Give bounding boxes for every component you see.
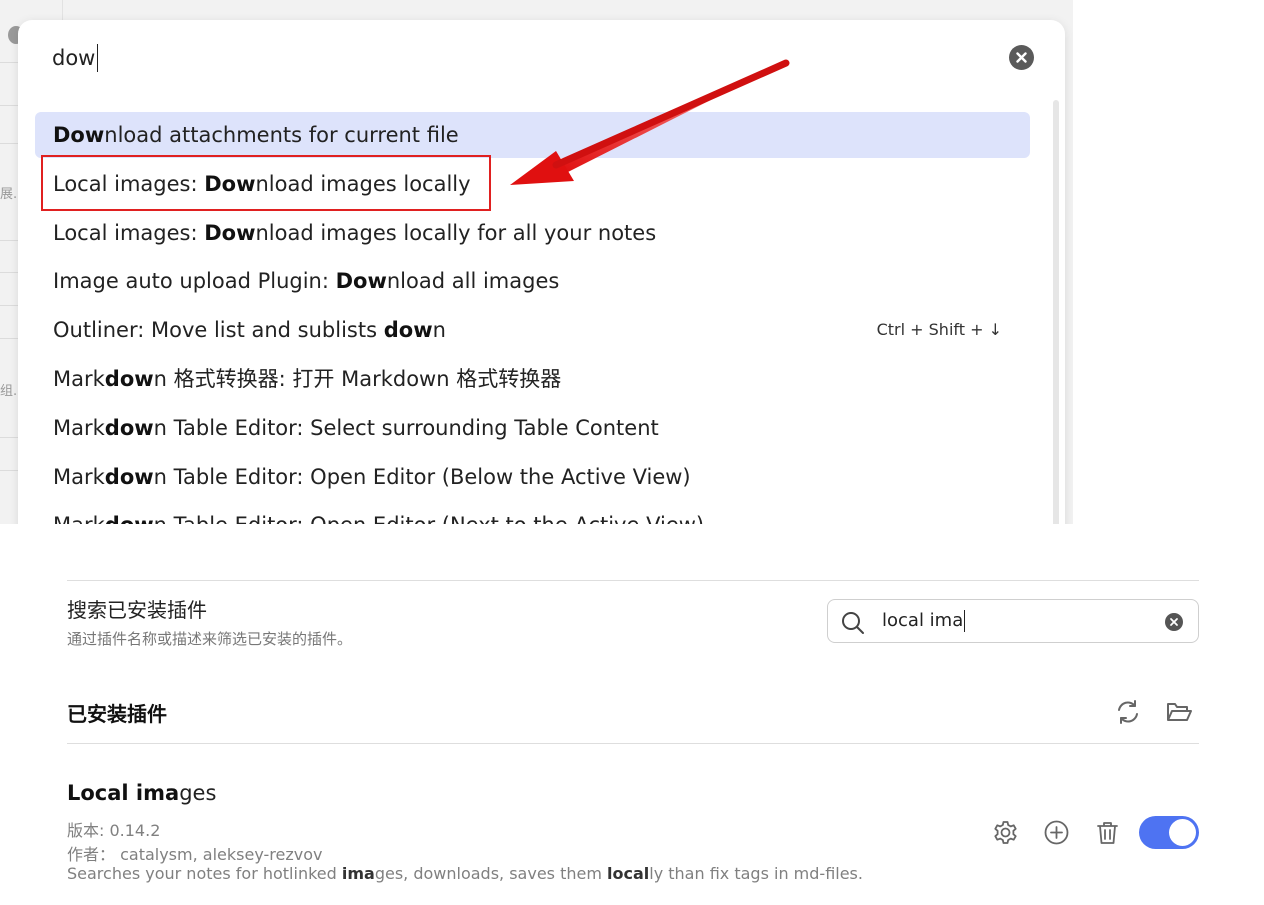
suggestion-match: dow (104, 415, 154, 440)
suggestion-match: dow (104, 464, 154, 489)
suggestion-text: Local images: (53, 220, 205, 245)
plugin-version: 版本: 0.14.2 (67, 821, 161, 840)
suggestion-text: Mark (53, 464, 105, 489)
description-text: ly than fix tags in md-files. (649, 864, 863, 883)
plugin-name: Local images (67, 781, 216, 805)
section-heading: 已安装插件 (67, 702, 167, 726)
annotation-highlight-box (41, 155, 491, 211)
gear-icon[interactable] (992, 819, 1019, 846)
background-text-fragment: 展. (0, 187, 18, 202)
description-text: Searches your notes for hotlinked (67, 864, 342, 883)
suggestion-match: Dow (204, 220, 256, 245)
reload-icon[interactable] (1114, 698, 1142, 726)
suggestion-text: nload attachments for current file (104, 123, 459, 147)
suggestion-item[interactable]: Markdown Table Editor: Open Editor (Belo… (35, 454, 1030, 500)
suggestion-text: nload all images (386, 269, 560, 294)
plugin-name-rest: ges (179, 781, 217, 805)
suggestion-item[interactable]: Markdown Table Editor: Open Editor (Next… (35, 502, 1030, 524)
suggestion-match: Dow (53, 123, 105, 147)
search-icon (842, 612, 864, 634)
trash-icon[interactable] (1094, 819, 1121, 846)
suggestion-item[interactable]: Image auto upload Plugin: Download all i… (35, 258, 1030, 304)
suggestion-text: Mark (53, 415, 105, 440)
suggestion-item[interactable]: Local images: Download images locally fo… (35, 210, 1030, 256)
suggestion-text: n 格式转换器: 打开 Markdown 格式转换器 (153, 367, 562, 391)
suggestion-text: n Table Editor: Open Editor (Below the A… (153, 464, 691, 489)
divider (67, 580, 1199, 581)
plugin-description: Searches your notes for hotlinked images… (67, 864, 863, 883)
setting-description: 通过插件名称或描述来筛选已安装的插件。 (67, 630, 353, 648)
plugin-search-input[interactable]: local ima (882, 610, 966, 632)
divider (67, 743, 1199, 744)
suggestion-text: Mark (53, 513, 105, 524)
suggestion-text: Image auto upload Plugin: (53, 269, 336, 294)
suggestion-match: dow (383, 318, 433, 343)
command-search-input[interactable]: dow (52, 44, 99, 72)
suggestion-text: n Table Editor: Select surrounding Table… (153, 415, 659, 440)
suggestion-text: Mark (53, 367, 105, 391)
plugin-enable-toggle[interactable] (1139, 816, 1199, 849)
suggestion-item[interactable]: Markdown Table Editor: Select surroundin… (35, 405, 1030, 451)
toggle-knob (1169, 819, 1196, 846)
background-text-fragment: 组. (0, 384, 18, 399)
clear-search-icon[interactable] (1165, 613, 1183, 631)
add-hotkey-icon[interactable] (1043, 819, 1070, 846)
command-palette-screenshot: 展. 组. dow Download attachments for curre… (0, 0, 1073, 524)
suggestion-match: Dow (335, 269, 387, 294)
plugin-author: 作者： catalysm, aleksey-rezvov (67, 845, 323, 864)
scrollbar[interactable] (1053, 100, 1059, 524)
description-match: local (607, 864, 650, 883)
setting-title: 搜索已安装插件 (67, 598, 207, 622)
plugin-search-field[interactable]: local ima (827, 599, 1199, 643)
suggestion-text: Outliner: Move list and sublists (53, 318, 384, 343)
plugin-name-match: Local ima (67, 781, 180, 805)
suggestion-text: n Table Editor: Open Editor (Next to the… (154, 513, 704, 524)
suggestion-match: dow (105, 513, 154, 524)
suggestion-text: nload images locally for all your notes (255, 220, 657, 245)
suggestion-match: dow (104, 367, 154, 391)
folder-open-icon[interactable] (1165, 698, 1193, 726)
annotation-arrow-icon (510, 59, 790, 185)
clear-search-icon[interactable] (1009, 45, 1034, 70)
hotkey-label: Ctrl + Shift + ↓ (876, 320, 1002, 340)
suggestion-item[interactable]: Outliner: Move list and sublists down Ctr… (35, 307, 1030, 353)
description-text: ges, downloads, saves them (374, 864, 608, 883)
suggestion-item[interactable]: Markdown 格式转换器: 打开 Markdown 格式转换器 (35, 356, 1030, 402)
description-match: ima (341, 864, 375, 883)
suggestion-text: n (432, 318, 446, 343)
